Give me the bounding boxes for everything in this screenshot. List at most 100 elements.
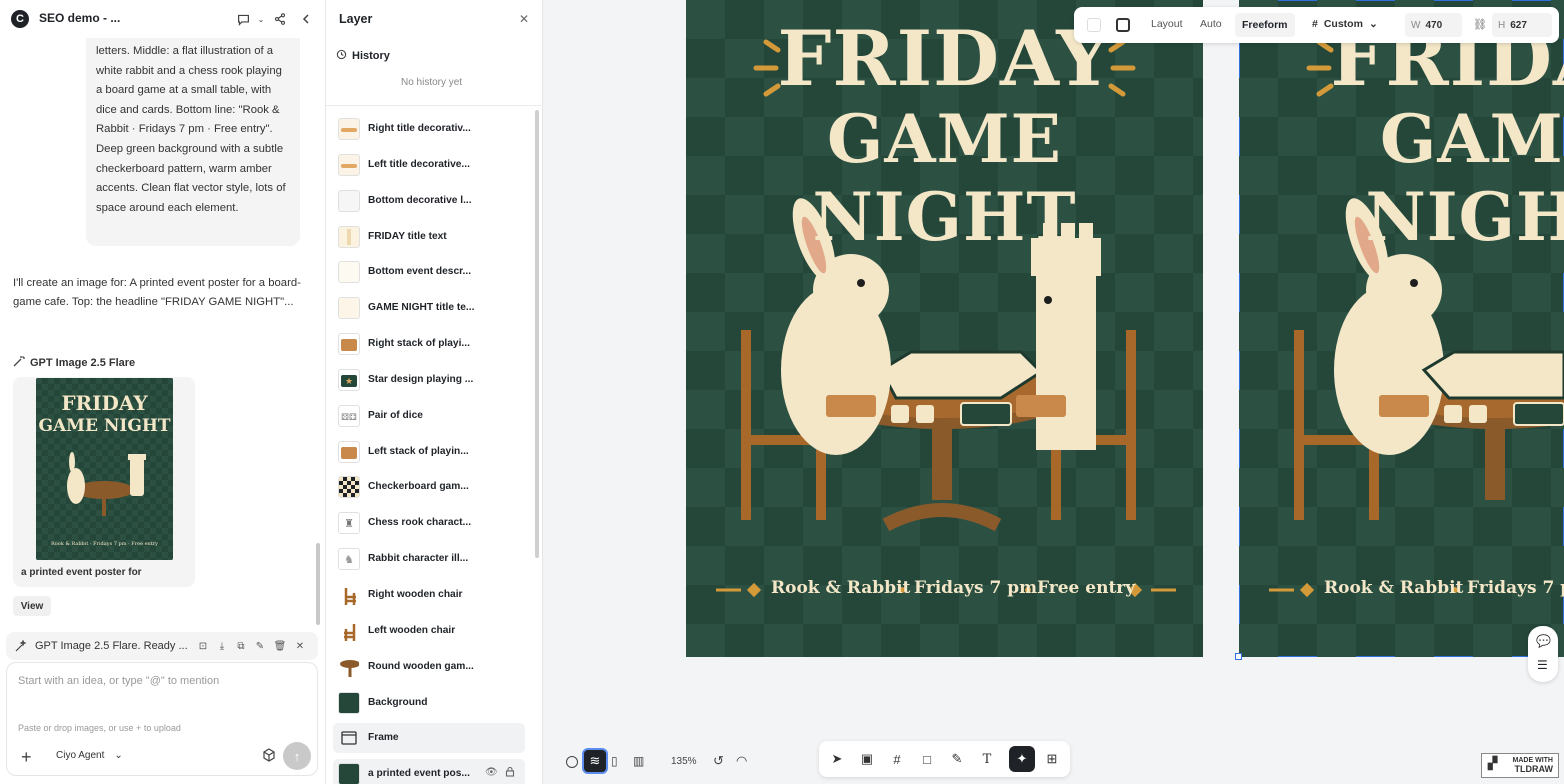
project-title[interactable]: SEO demo - ... <box>39 11 120 25</box>
layer-label: Checkerboard gam... <box>368 481 469 492</box>
layer-label: Star design playing ... <box>368 374 474 385</box>
layer-label: Left wooden chair <box>368 625 456 636</box>
delete-icon[interactable]: 🗑 <box>273 639 287 653</box>
tldraw-logo-icon: ▞ <box>1488 756 1498 770</box>
layout-freeform-option[interactable]: Freeform <box>1235 13 1295 37</box>
stroke-swatch[interactable] <box>1116 18 1130 32</box>
edit-wand-icon[interactable]: ✎ <box>253 639 267 653</box>
resize-handle[interactable] <box>1235 653 1242 660</box>
lock-icon[interactable] <box>505 766 515 780</box>
layer-panel: Layer ✕ History No history yet Right tit… <box>326 0 543 784</box>
layers-toggle-icon[interactable]: ≋ <box>582 748 608 774</box>
width-value[interactable]: 470 <box>1425 20 1442 31</box>
layer-thumbnail <box>338 261 360 283</box>
layer-item-selected[interactable]: Frame <box>333 723 525 753</box>
chat-bubble-icon[interactable]: 💬 <box>1536 634 1551 648</box>
close-icon[interactable]: ✕ <box>519 12 529 26</box>
layer-item[interactable]: Right wooden chair <box>333 580 525 610</box>
layer-item[interactable]: Bottom decorative l... <box>333 186 525 216</box>
task-status-bar: GPT Image 2.5 Flare. Ready ... ⊡ ⤓ ⧉ ✎ 🗑… <box>6 632 318 660</box>
aspect-lock-icon[interactable]: ⛓ <box>1473 18 1487 31</box>
thumb-title-line1: FRIDAY <box>61 391 148 415</box>
chevron-down-icon[interactable]: ⌄ <box>253 11 269 27</box>
poster-title-line2: GAME NIGHT <box>1365 100 1564 256</box>
collapse-panel-icon[interactable] <box>298 11 314 27</box>
cube-icon[interactable] <box>262 748 276 765</box>
layer-item[interactable]: Bottom event descr... <box>333 257 525 287</box>
layer-thumbnail <box>338 190 360 212</box>
close-icon[interactable]: ✕ <box>293 639 307 653</box>
layer-item[interactable]: Right stack of playi... <box>333 329 525 359</box>
generated-image-card[interactable]: FRIDAY GAME NIGHT Rook & Rabbit · Friday… <box>13 377 195 587</box>
layer-item[interactable]: a printed event pos... 👁 <box>333 759 525 784</box>
layer-label: Chess rook charact... <box>368 517 472 528</box>
send-button[interactable]: ↑ <box>283 742 311 770</box>
layer-item[interactable]: ★ Star design playing ... <box>333 365 525 395</box>
side-chat-widget[interactable]: 💬 ☰ <box>1528 626 1558 682</box>
poster-title-line2: GAME NIGHT <box>812 100 1077 256</box>
poster-thumbnail[interactable]: FRIDAY GAME NIGHT Rook & Rabbit · Friday… <box>36 378 173 560</box>
frame-grid-icon: # <box>1312 18 1318 30</box>
view-button[interactable]: View <box>13 596 51 616</box>
assistant-message: I'll create an image for: A printed even… <box>13 277 301 308</box>
layer-item[interactable]: Left stack of playin... <box>333 437 525 467</box>
ai-image-icon[interactable]: ✦ <box>1009 746 1035 772</box>
layer-scrollbar[interactable] <box>535 110 539 558</box>
layer-item[interactable]: Right title decorativ... <box>333 114 525 144</box>
tldraw-line1: MADE WITH <box>1512 756 1553 764</box>
layout-auto-option[interactable]: Auto <box>1200 18 1222 30</box>
add-attachment-icon[interactable]: + <box>21 747 32 768</box>
layer-item[interactable]: FRIDAY title text <box>333 222 525 252</box>
headset-icon[interactable]: ◠ <box>736 753 747 769</box>
image-icon[interactable]: ▣ <box>859 751 875 767</box>
rectangle-icon[interactable]: □ <box>919 751 935 767</box>
fill-color-swatch[interactable] <box>1087 18 1101 32</box>
layer-label: Pair of dice <box>368 410 423 421</box>
visibility-eye-icon[interactable]: 👁 <box>485 767 498 778</box>
layer-item[interactable]: Checkerboard gam... <box>333 472 525 502</box>
history-header[interactable]: History <box>336 49 390 63</box>
agent-selector[interactable]: Ciyo Agent ⌄ <box>56 750 123 761</box>
layer-item[interactable]: Round wooden gam... <box>333 652 525 682</box>
copy-icon[interactable]: ⧉ <box>234 639 248 653</box>
composer-input[interactable]: Start with an idea, or type "@" to menti… <box>18 675 219 687</box>
page-icon[interactable]: ▯ <box>611 754 618 768</box>
layer-item[interactable]: GAME NIGHT title te... <box>333 293 525 323</box>
layer-item[interactable]: Left wooden chair <box>333 616 525 646</box>
upload-image-icon[interactable]: ⊞ <box>1044 751 1060 767</box>
layer-item[interactable]: ♞ Rabbit character ill... <box>333 544 525 574</box>
download-icon[interactable]: ⤓ <box>215 639 229 653</box>
layer-item[interactable]: ⚄⚃ Pair of dice <box>333 401 525 431</box>
layer-item[interactable]: Background <box>333 688 525 718</box>
layer-thumbnail: ♜ <box>338 512 360 534</box>
layer-thumbnail <box>338 763 360 784</box>
history-undo-icon[interactable]: ↺ <box>713 753 724 769</box>
focus-icon[interactable]: ⊡ <box>196 639 210 653</box>
zoom-level[interactable]: 135% <box>671 756 697 767</box>
layer-item[interactable]: ♜ Chess rook charact... <box>333 508 525 538</box>
height-field[interactable]: H 627 <box>1492 13 1552 37</box>
layer-label: Bottom event descr... <box>368 266 472 277</box>
layer-label: FRIDAY title text <box>368 231 447 242</box>
list-icon[interactable]: ☰ <box>1537 658 1548 672</box>
app-logo[interactable]: C <box>11 10 29 28</box>
map-icon[interactable]: ▥ <box>633 754 644 768</box>
circle-tool-icon[interactable] <box>566 756 578 768</box>
comment-icon[interactable] <box>235 11 251 27</box>
message-composer[interactable]: Start with an idea, or type "@" to menti… <box>6 662 318 776</box>
chat-scrollbar[interactable] <box>316 543 320 625</box>
share-icon[interactable] <box>272 11 288 27</box>
frame-size-preset[interactable]: # Custom ⌄ <box>1312 18 1378 30</box>
poster-canvas-right-selected[interactable]: FRIDAY GAME NIGHT Rook & Rabbit Fridays … <box>1239 0 1564 657</box>
layer-thumbnail <box>338 118 360 140</box>
layer-item[interactable]: Left title decorative... <box>333 150 525 180</box>
select-cursor-icon[interactable]: ➤ <box>829 751 845 767</box>
thumb-title-line2: GAME NIGHT <box>38 416 170 436</box>
text-icon[interactable]: T <box>979 751 995 767</box>
frame-icon[interactable]: # <box>889 751 905 767</box>
made-with-tldraw-badge[interactable]: ▞ MADE WITH TLDRAW <box>1481 753 1559 778</box>
height-value[interactable]: 627 <box>1510 20 1527 31</box>
pencil-icon[interactable]: ✎ <box>949 751 965 767</box>
poster-canvas-left[interactable]: FRIDAY GAME NIGHT Rook & Rabbit Fridays … <box>686 0 1203 657</box>
width-field[interactable]: W 470 <box>1405 13 1462 37</box>
